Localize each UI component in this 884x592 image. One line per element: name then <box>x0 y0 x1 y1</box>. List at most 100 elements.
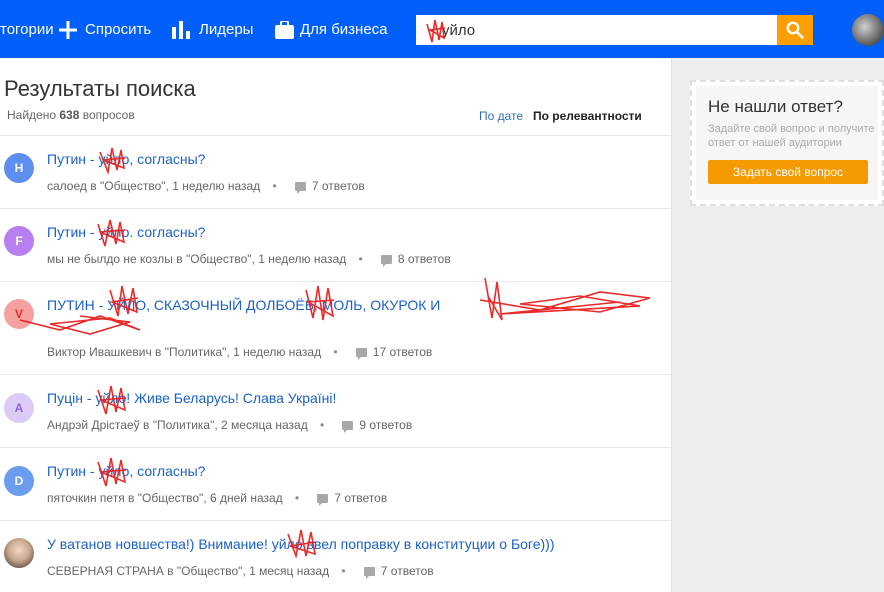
question-meta: мы не былдо не козлы в "Общество", 1 нед… <box>47 251 451 267</box>
comment-bubble-icon <box>355 348 367 360</box>
nav-leaders-label: Лидеры <box>199 21 254 38</box>
question-time: , 6 дней назад <box>203 491 283 505</box>
question-author-photo[interactable] <box>4 538 34 568</box>
meta-separator: • <box>333 345 338 359</box>
nav-leaders[interactable]: Лидеры <box>172 20 256 40</box>
answers-count: 17 ответов <box>372 345 433 359</box>
question-time: , 2 месяца назад <box>214 418 308 432</box>
divider <box>0 135 671 136</box>
divider <box>0 208 671 209</box>
sort-by-date-link[interactable]: По дате <box>479 109 523 123</box>
question-title-link[interactable]: ПУТИН - УЙЛО, СКАЗОЧНЫЙ ДОЛБОЁБ, МОЛЬ, О… <box>47 297 440 313</box>
question-meta: СЕВЕРНАЯ СТРАНА в "Общество", 1 месяц на… <box>47 563 434 579</box>
nav-ask[interactable]: Спросить <box>59 20 154 40</box>
answers-count: 7 ответов <box>311 179 365 193</box>
comment-bubble-icon <box>317 494 329 506</box>
ask-card-description-line: Задайте свой вопрос и получите <box>708 123 875 135</box>
answers-count: 8 ответов <box>397 252 451 266</box>
results-count: Найдено 638 вопросов <box>7 108 135 122</box>
question-category[interactable]: "Общество" <box>138 491 204 505</box>
question-meta: салоед в "Общество", 1 неделю назад • 7 … <box>47 178 365 194</box>
question-time: , 1 месяц назад <box>242 564 330 578</box>
briefcase-icon <box>275 21 294 39</box>
comment-bubble-icon <box>342 421 354 433</box>
user-avatar[interactable] <box>852 14 884 46</box>
answers-count: 7 ответов <box>380 564 434 578</box>
question-author[interactable]: пяточкин петя <box>47 491 125 505</box>
divider <box>0 447 671 448</box>
comment-bubble-icon <box>294 182 306 194</box>
question-title-link[interactable]: Пуцін - уйло! Живе Беларусь! Слава Украї… <box>47 390 336 406</box>
plus-icon <box>59 21 77 39</box>
question-time: , 1 неделю назад <box>165 179 261 193</box>
question-time: , 1 неделю назад <box>226 345 322 359</box>
question-author-avatar[interactable]: F <box>4 226 34 256</box>
answers-link[interactable]: 8 ответов <box>375 252 451 267</box>
question-meta: пяточкин петя в "Общество", 6 дней назад… <box>47 490 387 506</box>
question-meta: Андрэй Дрістаеў в "Политика", 2 месяца н… <box>47 417 412 433</box>
question-title-link[interactable]: Путин - уйло, согласны? <box>47 151 205 167</box>
divider <box>0 520 671 521</box>
search-box <box>416 15 813 45</box>
nav-categories-label: тогории <box>0 21 54 38</box>
question-title-link[interactable]: У ватанов новшества!) Внимание! уйло вве… <box>47 536 555 552</box>
meta-separator: • <box>294 491 300 505</box>
question-author[interactable]: Андрэй Дрістаеў <box>47 418 140 432</box>
sort-by-relevance-link[interactable]: По релевантности <box>533 109 642 123</box>
question-time: , 1 неделю назад <box>251 252 347 266</box>
question-author[interactable]: Виктор Ивашкевич <box>47 345 152 359</box>
answers-link[interactable]: 9 ответов <box>336 418 413 433</box>
question-author[interactable]: мы не былдо не козлы <box>47 252 173 266</box>
meta-separator: • <box>341 564 346 578</box>
question-category[interactable]: "Политика" <box>153 418 215 432</box>
question-category[interactable]: "Общество" <box>186 252 252 266</box>
search-button[interactable] <box>777 15 813 45</box>
nav-categories[interactable]: тогории <box>0 20 54 40</box>
question-category[interactable]: "Политика" <box>165 345 227 359</box>
ask-question-button[interactable]: Задать свой вопрос <box>708 160 868 184</box>
question-in-word: в <box>90 179 97 193</box>
ask-card-description-line: ответ от нашей аудитории <box>708 137 842 149</box>
leaders-chart-icon <box>172 21 190 39</box>
page-title: Результаты поиска <box>4 76 196 101</box>
nav-business-label: Для бизнеса <box>300 21 388 38</box>
answers-link[interactable]: 17 ответов <box>350 345 433 360</box>
divider <box>0 281 671 282</box>
question-author-avatar[interactable]: V <box>4 299 34 329</box>
comment-bubble-icon <box>380 255 392 267</box>
question-author-avatar[interactable]: Н <box>4 153 34 183</box>
question-author-avatar[interactable]: D <box>4 466 34 496</box>
ask-card-description: Задайте свой вопрос и получите ответ от … <box>708 122 884 150</box>
search-results-panel: Результаты поиска Найдено 638 вопросов П… <box>0 58 672 592</box>
answers-link[interactable]: 7 ответов <box>358 564 434 579</box>
divider <box>0 374 671 375</box>
answers-count: 9 ответов <box>359 418 413 432</box>
results-count-prefix: Найдено <box>7 108 57 122</box>
question-title-link[interactable]: Путин - уйло, согласны? <box>47 463 205 479</box>
question-title-link[interactable]: Путин - уйло. согласны? <box>47 224 205 240</box>
meta-separator: • <box>319 418 325 432</box>
search-icon <box>786 21 804 39</box>
nav-ask-label: Спросить <box>85 21 152 38</box>
meta-separator: • <box>358 252 363 266</box>
question-author[interactable]: салоед <box>47 179 87 193</box>
question-in-word: в <box>128 491 135 505</box>
top-navigation-bar: тогории Спросить Лидеры Для бизнеса <box>0 0 884 58</box>
comment-bubble-icon <box>363 567 375 579</box>
question-in-word: в <box>155 345 162 359</box>
question-category[interactable]: "Общество" <box>100 179 166 193</box>
question-category[interactable]: "Общество" <box>177 564 243 578</box>
question-author-avatar[interactable]: А <box>4 393 34 423</box>
answers-link[interactable]: 7 ответов <box>311 491 388 506</box>
answers-link[interactable]: 7 ответов <box>289 179 365 194</box>
results-count-number: 638 <box>59 108 80 122</box>
search-input[interactable] <box>416 15 777 45</box>
answers-count: 7 ответов <box>334 491 388 505</box>
results-count-suffix: вопросов <box>82 108 135 122</box>
ask-question-card: Не нашли ответ? Задайте свой вопрос и по… <box>690 80 884 206</box>
question-in-word: в <box>143 418 150 432</box>
meta-separator: • <box>272 179 277 193</box>
nav-business[interactable]: Для бизнеса <box>275 20 390 40</box>
question-author[interactable]: СЕВЕРНАЯ СТРАНА <box>47 564 164 578</box>
question-meta: Виктор Ивашкевич в "Политика", 1 неделю … <box>47 344 432 360</box>
